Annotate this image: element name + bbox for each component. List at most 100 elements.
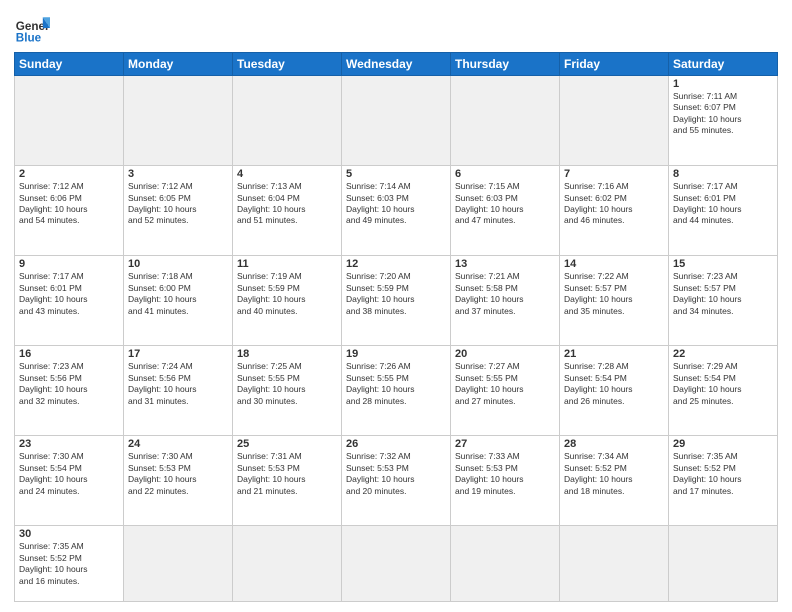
day-info: Sunrise: 7:32 AM Sunset: 5:53 PM Dayligh… — [346, 451, 446, 497]
day-number: 4 — [237, 168, 337, 180]
weekday-header-wednesday: Wednesday — [342, 53, 451, 76]
weekday-header-monday: Monday — [124, 53, 233, 76]
day-number: 19 — [346, 348, 446, 360]
calendar-cell: 29Sunrise: 7:35 AM Sunset: 5:52 PM Dayli… — [669, 436, 778, 526]
day-number: 5 — [346, 168, 446, 180]
calendar-cell — [15, 76, 124, 166]
calendar-cell: 21Sunrise: 7:28 AM Sunset: 5:54 PM Dayli… — [560, 346, 669, 436]
day-info: Sunrise: 7:30 AM Sunset: 5:53 PM Dayligh… — [128, 451, 228, 497]
calendar-cell: 9Sunrise: 7:17 AM Sunset: 6:01 PM Daylig… — [15, 256, 124, 346]
calendar-cell — [124, 526, 233, 602]
calendar-cell: 24Sunrise: 7:30 AM Sunset: 5:53 PM Dayli… — [124, 436, 233, 526]
day-info: Sunrise: 7:19 AM Sunset: 5:59 PM Dayligh… — [237, 271, 337, 317]
calendar-cell: 12Sunrise: 7:20 AM Sunset: 5:59 PM Dayli… — [342, 256, 451, 346]
calendar-cell: 27Sunrise: 7:33 AM Sunset: 5:53 PM Dayli… — [451, 436, 560, 526]
day-number: 11 — [237, 258, 337, 270]
day-info: Sunrise: 7:35 AM Sunset: 5:52 PM Dayligh… — [673, 451, 773, 497]
calendar-cell: 5Sunrise: 7:14 AM Sunset: 6:03 PM Daylig… — [342, 166, 451, 256]
calendar-cell: 14Sunrise: 7:22 AM Sunset: 5:57 PM Dayli… — [560, 256, 669, 346]
weekday-header-thursday: Thursday — [451, 53, 560, 76]
calendar-cell — [342, 76, 451, 166]
day-info: Sunrise: 7:31 AM Sunset: 5:53 PM Dayligh… — [237, 451, 337, 497]
day-info: Sunrise: 7:35 AM Sunset: 5:52 PM Dayligh… — [19, 541, 119, 587]
calendar-cell: 4Sunrise: 7:13 AM Sunset: 6:04 PM Daylig… — [233, 166, 342, 256]
calendar-cell — [124, 76, 233, 166]
calendar-cell — [233, 526, 342, 602]
calendar-cell: 7Sunrise: 7:16 AM Sunset: 6:02 PM Daylig… — [560, 166, 669, 256]
day-info: Sunrise: 7:15 AM Sunset: 6:03 PM Dayligh… — [455, 181, 555, 227]
calendar-cell: 25Sunrise: 7:31 AM Sunset: 5:53 PM Dayli… — [233, 436, 342, 526]
day-info: Sunrise: 7:33 AM Sunset: 5:53 PM Dayligh… — [455, 451, 555, 497]
calendar-cell — [560, 76, 669, 166]
day-number: 7 — [564, 168, 664, 180]
calendar-cell: 18Sunrise: 7:25 AM Sunset: 5:55 PM Dayli… — [233, 346, 342, 436]
calendar-table: SundayMondayTuesdayWednesdayThursdayFrid… — [14, 52, 778, 602]
calendar-cell: 13Sunrise: 7:21 AM Sunset: 5:58 PM Dayli… — [451, 256, 560, 346]
day-info: Sunrise: 7:17 AM Sunset: 6:01 PM Dayligh… — [673, 181, 773, 227]
day-number: 14 — [564, 258, 664, 270]
calendar-cell — [342, 526, 451, 602]
calendar-cell: 1Sunrise: 7:11 AM Sunset: 6:07 PM Daylig… — [669, 76, 778, 166]
calendar-cell: 17Sunrise: 7:24 AM Sunset: 5:56 PM Dayli… — [124, 346, 233, 436]
svg-text:Blue: Blue — [16, 32, 42, 45]
day-info: Sunrise: 7:20 AM Sunset: 5:59 PM Dayligh… — [346, 271, 446, 317]
day-number: 9 — [19, 258, 119, 270]
day-number: 15 — [673, 258, 773, 270]
day-info: Sunrise: 7:16 AM Sunset: 6:02 PM Dayligh… — [564, 181, 664, 227]
day-number: 21 — [564, 348, 664, 360]
calendar-cell — [560, 526, 669, 602]
page: General Blue SundayMondayTuesdayWednesda… — [0, 0, 792, 612]
weekday-header-saturday: Saturday — [669, 53, 778, 76]
day-info: Sunrise: 7:14 AM Sunset: 6:03 PM Dayligh… — [346, 181, 446, 227]
logo: General Blue — [14, 10, 50, 46]
calendar-cell: 28Sunrise: 7:34 AM Sunset: 5:52 PM Dayli… — [560, 436, 669, 526]
day-number: 20 — [455, 348, 555, 360]
day-number: 3 — [128, 168, 228, 180]
calendar-cell — [233, 76, 342, 166]
calendar-cell: 8Sunrise: 7:17 AM Sunset: 6:01 PM Daylig… — [669, 166, 778, 256]
calendar-cell: 6Sunrise: 7:15 AM Sunset: 6:03 PM Daylig… — [451, 166, 560, 256]
calendar-cell: 3Sunrise: 7:12 AM Sunset: 6:05 PM Daylig… — [124, 166, 233, 256]
calendar-cell — [451, 526, 560, 602]
day-info: Sunrise: 7:30 AM Sunset: 5:54 PM Dayligh… — [19, 451, 119, 497]
weekday-header-friday: Friday — [560, 53, 669, 76]
weekday-header-tuesday: Tuesday — [233, 53, 342, 76]
day-number: 6 — [455, 168, 555, 180]
day-info: Sunrise: 7:27 AM Sunset: 5:55 PM Dayligh… — [455, 361, 555, 407]
day-info: Sunrise: 7:28 AM Sunset: 5:54 PM Dayligh… — [564, 361, 664, 407]
calendar-cell — [451, 76, 560, 166]
calendar-cell: 2Sunrise: 7:12 AM Sunset: 6:06 PM Daylig… — [15, 166, 124, 256]
day-number: 8 — [673, 168, 773, 180]
day-number: 16 — [19, 348, 119, 360]
day-info: Sunrise: 7:29 AM Sunset: 5:54 PM Dayligh… — [673, 361, 773, 407]
calendar-cell: 19Sunrise: 7:26 AM Sunset: 5:55 PM Dayli… — [342, 346, 451, 436]
calendar-cell: 30Sunrise: 7:35 AM Sunset: 5:52 PM Dayli… — [15, 526, 124, 602]
day-info: Sunrise: 7:23 AM Sunset: 5:57 PM Dayligh… — [673, 271, 773, 317]
day-info: Sunrise: 7:22 AM Sunset: 5:57 PM Dayligh… — [564, 271, 664, 317]
day-info: Sunrise: 7:23 AM Sunset: 5:56 PM Dayligh… — [19, 361, 119, 407]
calendar-cell: 26Sunrise: 7:32 AM Sunset: 5:53 PM Dayli… — [342, 436, 451, 526]
weekday-header-sunday: Sunday — [15, 53, 124, 76]
day-info: Sunrise: 7:26 AM Sunset: 5:55 PM Dayligh… — [346, 361, 446, 407]
day-number: 13 — [455, 258, 555, 270]
day-number: 1 — [673, 78, 773, 90]
logo-icon: General Blue — [14, 10, 50, 46]
day-number: 18 — [237, 348, 337, 360]
day-number: 23 — [19, 438, 119, 450]
calendar-cell: 23Sunrise: 7:30 AM Sunset: 5:54 PM Dayli… — [15, 436, 124, 526]
day-info: Sunrise: 7:34 AM Sunset: 5:52 PM Dayligh… — [564, 451, 664, 497]
day-number: 12 — [346, 258, 446, 270]
day-info: Sunrise: 7:24 AM Sunset: 5:56 PM Dayligh… — [128, 361, 228, 407]
day-number: 29 — [673, 438, 773, 450]
day-number: 30 — [19, 528, 119, 540]
day-number: 10 — [128, 258, 228, 270]
day-info: Sunrise: 7:12 AM Sunset: 6:05 PM Dayligh… — [128, 181, 228, 227]
day-number: 24 — [128, 438, 228, 450]
calendar-cell: 11Sunrise: 7:19 AM Sunset: 5:59 PM Dayli… — [233, 256, 342, 346]
day-info: Sunrise: 7:25 AM Sunset: 5:55 PM Dayligh… — [237, 361, 337, 407]
day-number: 25 — [237, 438, 337, 450]
day-info: Sunrise: 7:17 AM Sunset: 6:01 PM Dayligh… — [19, 271, 119, 317]
day-info: Sunrise: 7:12 AM Sunset: 6:06 PM Dayligh… — [19, 181, 119, 227]
calendar-cell: 16Sunrise: 7:23 AM Sunset: 5:56 PM Dayli… — [15, 346, 124, 436]
day-number: 26 — [346, 438, 446, 450]
